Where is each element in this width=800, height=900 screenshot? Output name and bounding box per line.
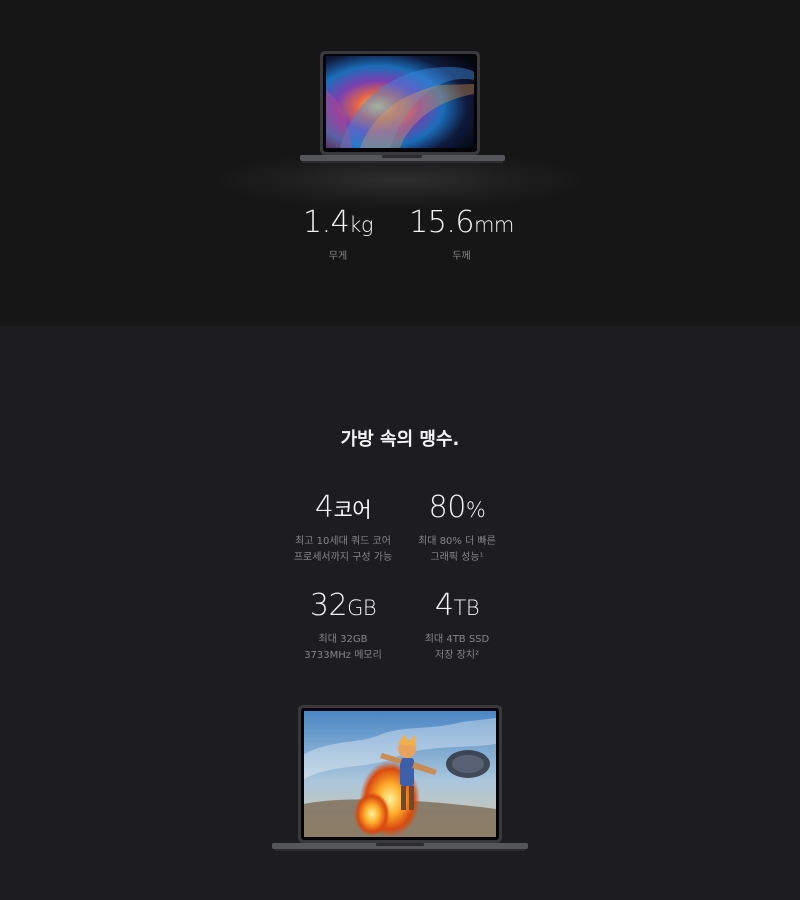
- cpu-spec: 4코어 최고 10세대 쿼드 코어 프로세서까지 구성 가능: [283, 490, 403, 566]
- memory-caption: 최대 32GB 3733MHz 메모리: [304, 634, 382, 661]
- thickness-caption: 두께: [452, 251, 471, 262]
- graphics-caption: 최대 80% 더 빠른 그래픽 성능¹: [418, 536, 496, 563]
- weight-spec: 1.4kg 무게: [290, 205, 386, 265]
- weight-caption: 무게: [328, 251, 348, 262]
- thickness-spec: 15.6mm 두께: [404, 205, 519, 265]
- section-headline: 가방 속의 맹수.: [340, 429, 460, 450]
- weight-value: 1.4kg: [303, 205, 373, 240]
- macbook-pro-image: [300, 51, 505, 163]
- cpu-caption: 최고 10세대 쿼드 코어 프로세서까지 구성 가능: [293, 536, 393, 563]
- memory-value: 32GB: [309, 588, 377, 623]
- thickness-value: 15.6mm: [409, 205, 514, 240]
- cpu-value: 4코어: [314, 490, 372, 525]
- graphics-spec: 80% 최대 80% 더 빠른 그래픽 성능¹: [397, 490, 517, 566]
- storage-caption: 최대 4TB SSD 저장 장치²: [424, 634, 490, 661]
- macbook-pro-game-image: [272, 705, 528, 851]
- graphics-value: 80%: [428, 490, 486, 525]
- storage-spec: 4TB 최대 4TB SSD 저장 장치²: [397, 588, 517, 664]
- storage-value: 4TB: [434, 588, 480, 623]
- memory-spec: 32GB 최대 32GB 3733MHz 메모리: [283, 588, 403, 664]
- hero-section: 1.4kg 무게 15.6mm 두께: [0, 0, 800, 326]
